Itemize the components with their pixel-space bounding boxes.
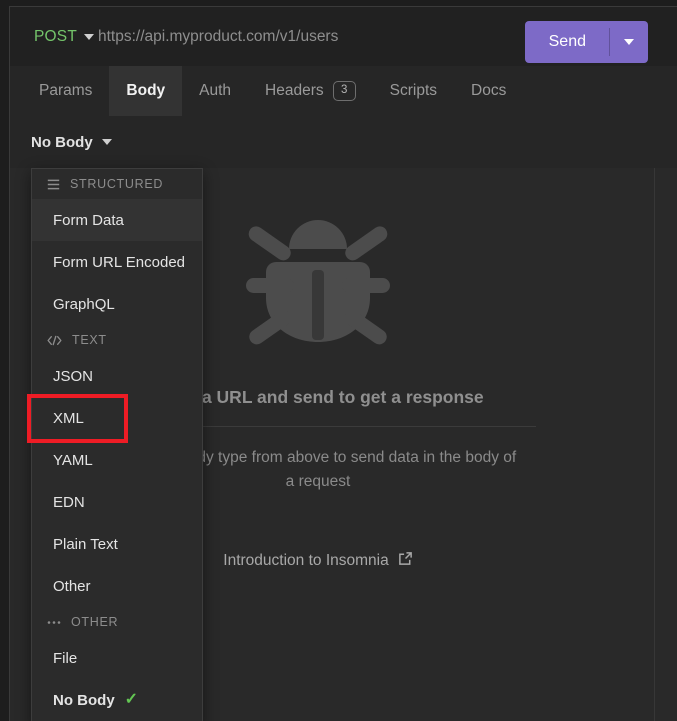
- tab-label: Params: [39, 82, 93, 99]
- menu-item-label: Plain Text: [53, 535, 118, 553]
- tab-label: Headers: [265, 82, 324, 99]
- menu-item-label: YAML: [53, 451, 93, 469]
- bug-icon: [242, 202, 394, 357]
- menu-item-label: GraphQL: [53, 295, 115, 313]
- pane-divider: [654, 168, 655, 721]
- tab-headers[interactable]: Headers 3: [248, 66, 373, 116]
- menu-item-label: No Body: [53, 691, 115, 709]
- menu-section-label: TEXT: [72, 333, 107, 347]
- tab-scripts[interactable]: Scripts: [373, 66, 454, 116]
- request-pane-tabs: Params Body Auth Headers 3 Scripts Docs: [10, 66, 677, 117]
- menu-item-label: Form Data: [53, 211, 124, 229]
- menu-item-graphql[interactable]: GraphQL: [32, 283, 202, 325]
- tab-auth[interactable]: Auth: [182, 66, 248, 116]
- menu-item-no-body[interactable]: No Body ✓: [32, 679, 202, 721]
- window-frame: POST https://api.myproduct.com/v1/users …: [9, 6, 677, 721]
- tab-label: Body: [126, 82, 166, 99]
- url-input[interactable]: https://api.myproduct.com/v1/users: [98, 7, 338, 66]
- tab-params[interactable]: Params: [22, 66, 109, 116]
- send-options-button[interactable]: [610, 21, 648, 63]
- tab-label: Auth: [199, 82, 232, 99]
- menu-item-label: JSON: [53, 367, 94, 385]
- http-method-dropdown[interactable]: POST: [34, 7, 95, 66]
- check-icon: ✓: [124, 691, 139, 708]
- code-icon: [47, 335, 62, 346]
- menu-section-other: OTHER: [32, 607, 202, 637]
- menu-item-other[interactable]: Other: [32, 565, 202, 607]
- tab-body[interactable]: Body: [109, 66, 183, 116]
- external-link-icon: [398, 551, 413, 571]
- menu-item-form-data[interactable]: Form Data: [32, 199, 202, 241]
- hamburger-icon: [47, 179, 60, 190]
- chevron-down-icon: [624, 39, 634, 45]
- ellipsis-icon: [47, 620, 61, 625]
- menu-item-file[interactable]: File: [32, 637, 202, 679]
- request-url-bar: POST https://api.myproduct.com/v1/users …: [10, 7, 677, 67]
- menu-section-label: OTHER: [71, 615, 119, 629]
- menu-item-plain-text[interactable]: Plain Text: [32, 523, 202, 565]
- introduction-link-label: Introduction to Insomnia: [223, 552, 389, 570]
- send-button[interactable]: Send: [525, 21, 609, 63]
- menu-item-yaml[interactable]: YAML: [32, 439, 202, 481]
- body-type-dropdown-menu: STRUCTURED Form Data Form URL Encoded Gr…: [31, 168, 203, 721]
- menu-item-json[interactable]: JSON: [32, 355, 202, 397]
- tab-label: Scripts: [389, 82, 438, 99]
- menu-section-text: TEXT: [32, 325, 202, 355]
- send-button-group[interactable]: Send: [524, 21, 648, 63]
- menu-section-structured: STRUCTURED: [32, 169, 202, 199]
- menu-section-label: STRUCTURED: [70, 177, 164, 191]
- menu-item-xml[interactable]: XML: [32, 397, 202, 439]
- headers-count-badge: 3: [332, 81, 356, 101]
- body-type-row: No Body: [10, 116, 677, 169]
- tab-label: Docs: [471, 82, 507, 99]
- chevron-down-icon: [101, 139, 112, 145]
- menu-item-label: File: [53, 649, 78, 667]
- body-type-dropdown-button[interactable]: No Body: [31, 116, 112, 168]
- tab-docs[interactable]: Docs: [454, 66, 523, 116]
- menu-item-label: Other: [53, 577, 91, 595]
- menu-item-form-url-encoded[interactable]: Form URL Encoded: [32, 241, 202, 283]
- menu-item-label: Form URL Encoded: [53, 253, 185, 271]
- introduction-link[interactable]: Introduction to Insomnia: [223, 551, 412, 571]
- menu-item-label: EDN: [53, 493, 85, 511]
- menu-item-edn[interactable]: EDN: [32, 481, 202, 523]
- body-type-label: No Body: [31, 133, 93, 151]
- menu-item-label: XML: [53, 409, 84, 427]
- chevron-down-icon: [84, 33, 95, 40]
- http-method-label: POST: [34, 27, 78, 45]
- insomnia-app-window: POST https://api.myproduct.com/v1/users …: [0, 0, 677, 721]
